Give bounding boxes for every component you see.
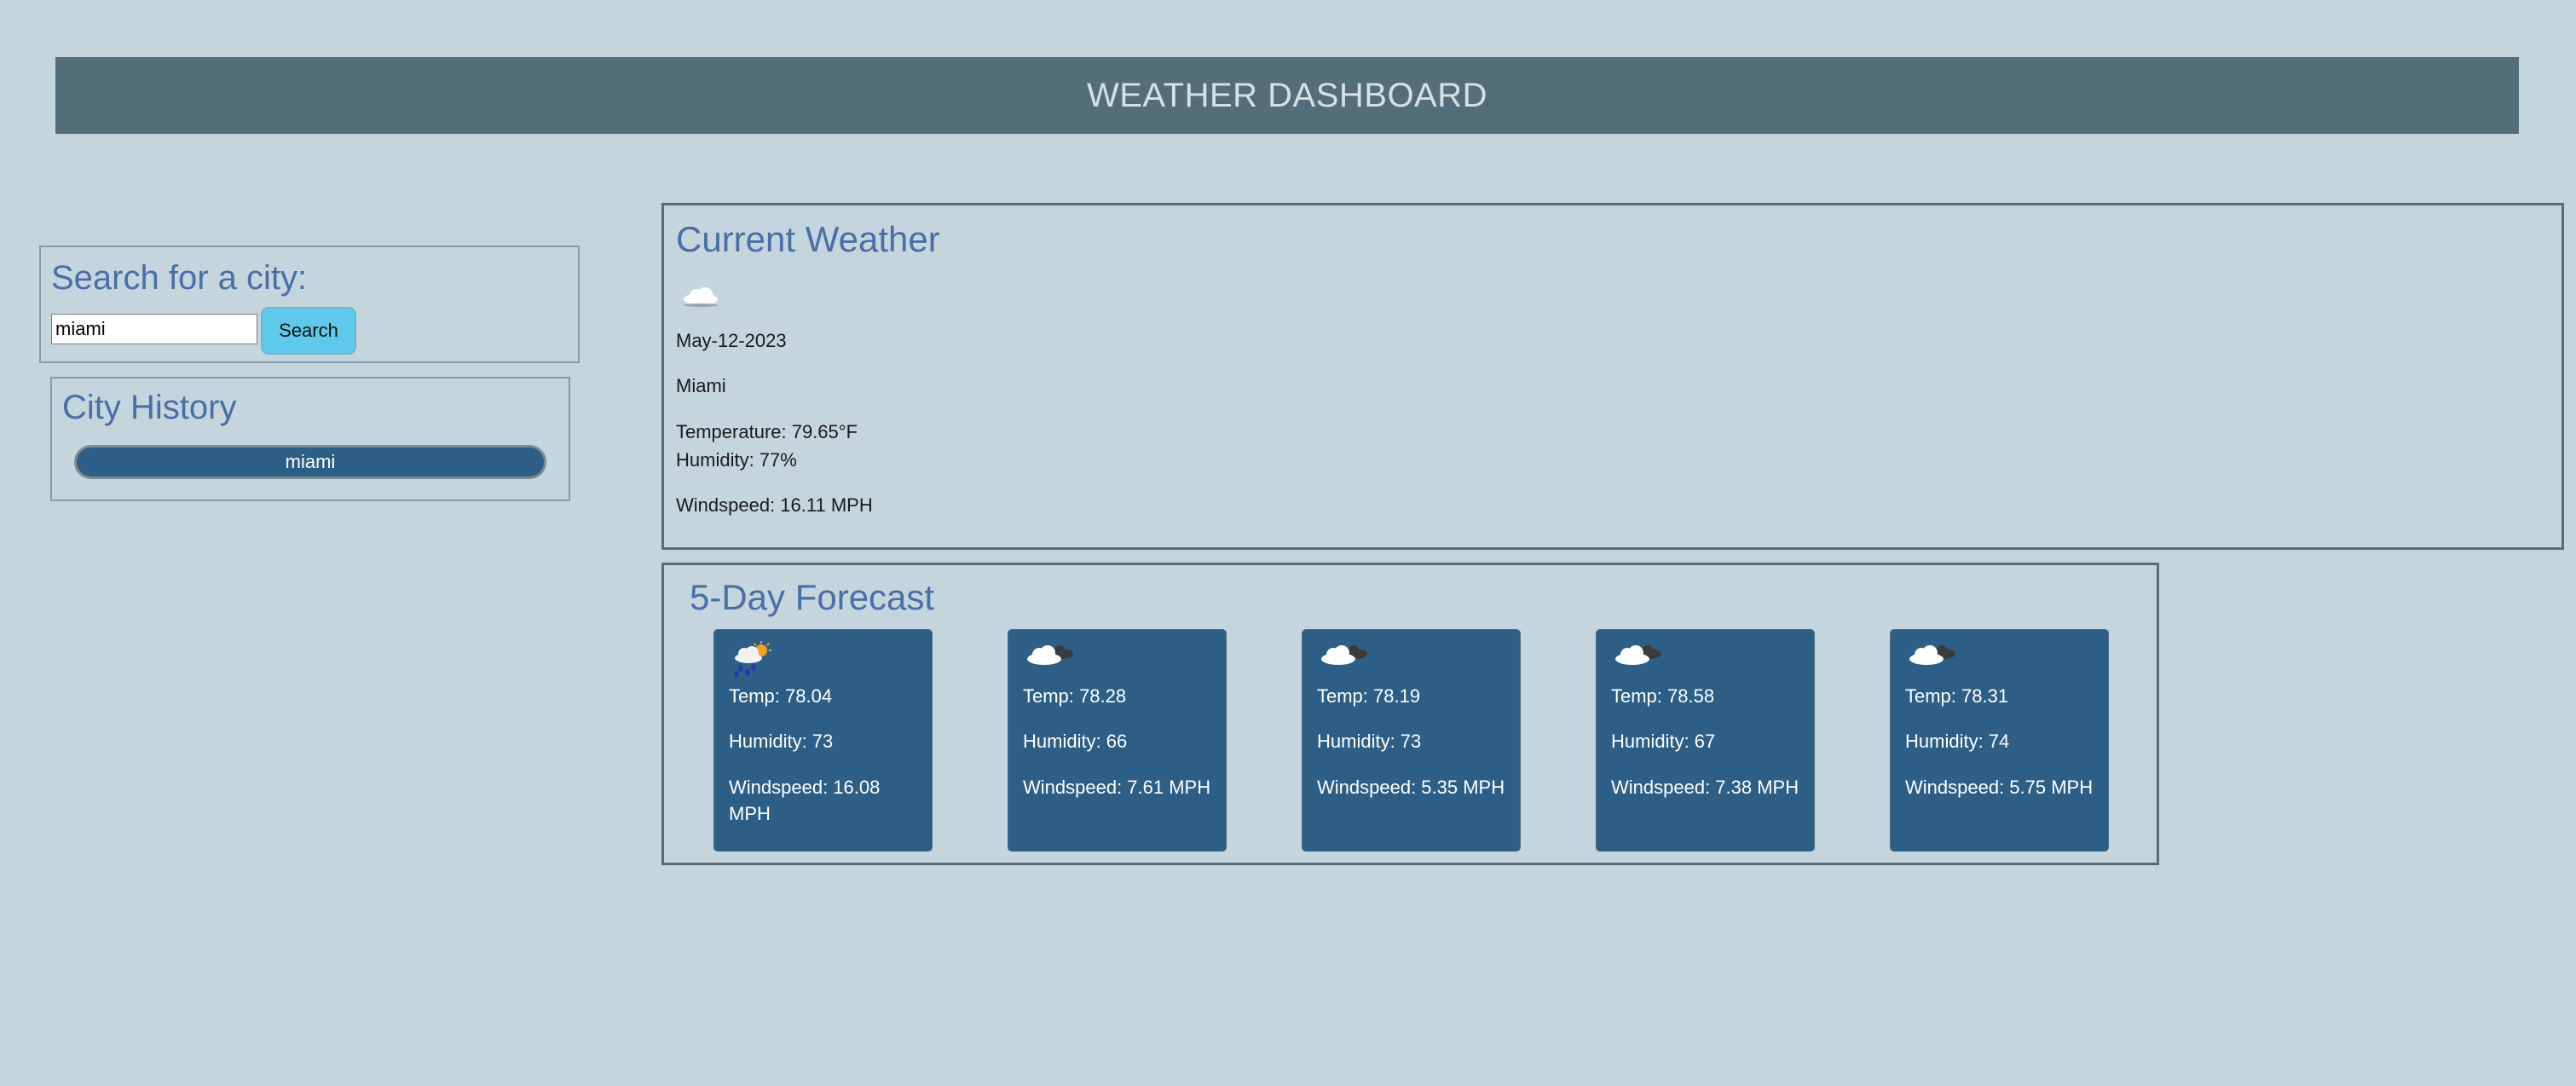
forecast-windspeed: Windspeed: 16.08 MPH bbox=[729, 777, 881, 824]
forecast-day-card: Temp: 78.19 Humidity: 73 Windspeed: 5.35… bbox=[1302, 629, 1521, 852]
current-city: Miami bbox=[676, 375, 726, 396]
forecast-heading: 5-Day Forecast bbox=[690, 577, 935, 617]
cloud-night-icon bbox=[1024, 640, 1078, 673]
forecast-day-card: Temp: 78.31 Humidity: 74 Windspeed: 5.75… bbox=[1890, 629, 2109, 852]
forecast-humidity: Humidity: 74 bbox=[1905, 731, 2010, 752]
cloud-night-icon bbox=[1318, 640, 1372, 673]
cloud-icon bbox=[681, 282, 720, 314]
cloud-night-icon bbox=[1906, 640, 1961, 673]
search-panel: Search for a city: Search bbox=[39, 246, 580, 363]
history-heading: City History bbox=[62, 389, 237, 426]
forecast-windspeed: Windspeed: 7.61 MPH bbox=[1023, 777, 1211, 798]
page-title: WEATHER DASHBOARD bbox=[1086, 76, 1488, 114]
current-weather-heading: Current Weather bbox=[676, 219, 940, 259]
forecast-day-card: Temp: 78.04 Humidity: 73 Windspeed: 16.0… bbox=[713, 629, 933, 852]
search-button[interactable]: Search bbox=[261, 307, 356, 355]
forecast-windspeed: Windspeed: 5.35 MPH bbox=[1317, 777, 1505, 798]
current-weather-panel: Current Weather May-12-2023 Miami Temper… bbox=[661, 203, 2564, 550]
forecast-temp: Temp: 78.19 bbox=[1317, 685, 1421, 707]
forecast-temp: Temp: 78.04 bbox=[729, 685, 833, 707]
forecast-humidity: Humidity: 73 bbox=[1317, 731, 1422, 752]
current-temperature: Temperature: 79.65°F bbox=[676, 421, 858, 442]
current-windspeed: Windspeed: 16.11 MPH bbox=[676, 494, 873, 516]
forecast-day-card: Temp: 78.28 Humidity: 66 Windspeed: 7.61… bbox=[1008, 629, 1227, 852]
current-humidity: Humidity: 77% bbox=[676, 449, 797, 471]
current-date: May-12-2023 bbox=[676, 330, 787, 351]
forecast-temp: Temp: 78.58 bbox=[1611, 685, 1715, 707]
app-header: WEATHER DASHBOARD bbox=[55, 57, 2519, 134]
forecast-humidity: Humidity: 67 bbox=[1611, 731, 1716, 752]
forecast-temp: Temp: 78.28 bbox=[1023, 685, 1127, 707]
forecast-temp: Temp: 78.31 bbox=[1905, 685, 2009, 707]
forecast-windspeed: Windspeed: 5.75 MPH bbox=[1905, 777, 2094, 798]
city-search-input[interactable] bbox=[51, 314, 257, 344]
forecast-humidity: Humidity: 73 bbox=[729, 731, 834, 752]
cloud-night-icon bbox=[1612, 640, 1666, 673]
forecast-panel: 5-Day Forecast Temp: 78.04 Humidity: 73 … bbox=[661, 563, 2159, 865]
forecast-day-card: Temp: 78.58 Humidity: 67 Windspeed: 7.38… bbox=[1596, 629, 1815, 852]
forecast-windspeed: Windspeed: 7.38 MPH bbox=[1611, 777, 1799, 798]
city-history-panel: City History miami bbox=[50, 377, 570, 501]
forecast-humidity: Humidity: 66 bbox=[1023, 731, 1128, 752]
rain-sun-icon bbox=[730, 640, 774, 682]
history-city-button[interactable]: miami bbox=[74, 445, 546, 479]
search-heading: Search for a city: bbox=[51, 259, 308, 297]
